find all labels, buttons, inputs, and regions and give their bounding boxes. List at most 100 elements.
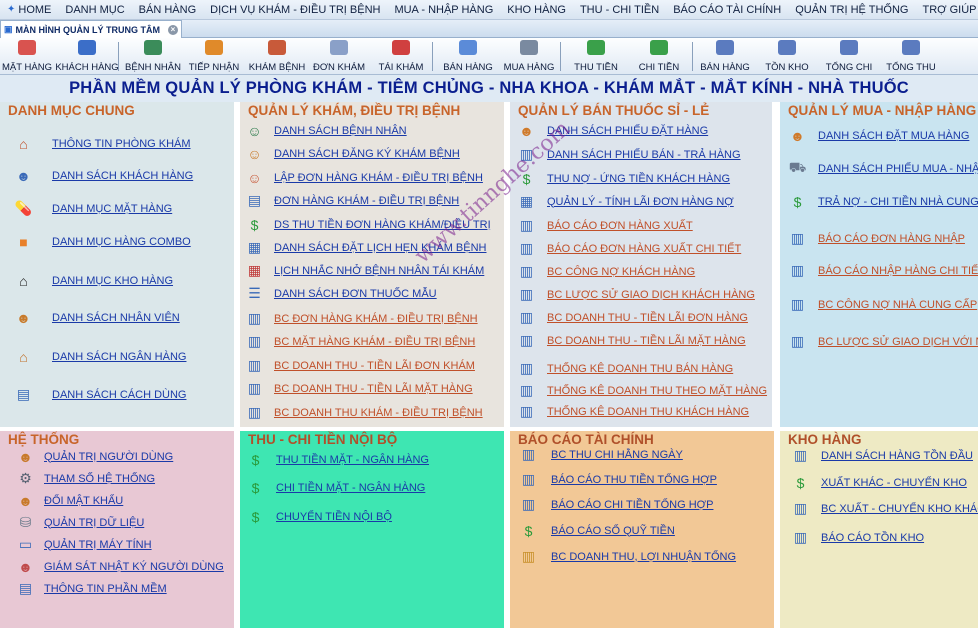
- report-icon: ▥: [519, 240, 534, 256]
- panel-item[interactable]: ⌂ DANH SÁCH NGÂN HÀNG: [14, 348, 186, 365]
- panel-item[interactable]: ▤ ĐƠN HÀNG KHÁM - ĐIỀU TRỊ BỆNH: [245, 192, 459, 209]
- panel-item[interactable]: $ TRẢ NỢ - CHI TIỀN NHÀ CUNG CẤP: [788, 193, 978, 210]
- panel-item[interactable]: ▥ BC THU CHI HẰNG NGÀY: [519, 446, 683, 463]
- panel-item-label: QUẢN TRỊ NGƯỜI DÙNG: [44, 450, 174, 463]
- panel-item[interactable]: $ THU NỢ - ỨNG TIỀN KHÁCH HÀNG: [517, 170, 730, 187]
- panel-title: THU - CHI TIỀN NỘI BỘ: [248, 432, 398, 447]
- panel-item-label: QUẢN TRỊ MÁY TÍNH: [44, 538, 152, 551]
- panel-item[interactable]: ▥ DANH SÁCH HÀNG TỒN ĐẦU: [791, 447, 973, 464]
- menu-item-4[interactable]: MUA - NHẬP HÀNG: [387, 4, 500, 16]
- panel-item[interactable]: ⚙ THAM SỐ HỆ THỐNG: [16, 470, 155, 487]
- toolbar-button-12[interactable]: TỒN KHO: [765, 40, 809, 73]
- panel-item[interactable]: ▥ BÁO CÁO ĐƠN HÀNG XUẤT: [517, 217, 693, 234]
- panel-item[interactable]: ▥ BC DOANH THU - TIỀN LÃI ĐƠN HÀNG: [517, 309, 748, 326]
- panel-item[interactable]: ▥ BÁO CÁO CHI TIỀN TỔNG HỢP: [519, 496, 714, 513]
- panel-item[interactable]: ▥ BÁO CÁO ĐƠN HÀNG NHẬP: [788, 230, 965, 247]
- panel-item[interactable]: $ CHI TIỀN MẶT - NGÂN HÀNG: [246, 479, 426, 496]
- panel-item[interactable]: ▥ BC DOANH THU - TIỀN LÃI ĐƠN KHÁM: [245, 357, 475, 374]
- menu-item-0[interactable]: ✦ HOME: [0, 4, 58, 16]
- panel-item[interactable]: ⌂ THÔNG TIN PHÒNG KHÁM: [14, 135, 190, 152]
- panel-item[interactable]: ▦ LỊCH NHẮC NHỞ BỆNH NHÂN TÁI KHÁM: [245, 262, 484, 279]
- menu-item-8[interactable]: QUẢN TRỊ HỆ THỐNG: [788, 4, 915, 16]
- menu-item-7[interactable]: BÁO CÁO TÀI CHÍNH: [666, 4, 788, 16]
- toolbar-button-2[interactable]: BỆNH NHÂN: [125, 40, 181, 73]
- menu-item-6[interactable]: THU - CHI TIỀN: [573, 4, 666, 16]
- panel-item[interactable]: ▥ BC MẶT HÀNG KHÁM - ĐIỀU TRỊ BỆNH: [245, 333, 475, 350]
- report-icon: ▥: [519, 360, 534, 376]
- panel-item[interactable]: ▥ BC CÔNG NỢ KHÁCH HÀNG: [517, 263, 695, 280]
- panel-item[interactable]: ▥ BC LƯỢC SỬ GIAO DỊCH KHÁCH HÀNG: [517, 286, 755, 303]
- toolbar-button-6[interactable]: TÁI KHÁM: [378, 40, 424, 73]
- panel-item[interactable]: ▥ BC DOANH THU, LỢI NHUẬN TỔNG: [519, 548, 736, 565]
- panel-item[interactable]: $ BÁO CÁO SỔ QUỸ TIỀN: [519, 522, 675, 539]
- panel-item[interactable]: $ DS THU TIỀN ĐƠN HÀNG KHÁM/ĐIỀU TRỊ: [245, 216, 491, 233]
- panel-item[interactable]: ▥ BÁO CÁO THU TIỀN TỔNG HỢP: [519, 471, 717, 488]
- toolbar-button-11[interactable]: BÁN HÀNG: [700, 40, 750, 73]
- toolbar-button-7[interactable]: BÁN HÀNG: [443, 40, 493, 73]
- panel-item[interactable]: ☻ DANH SÁCH KHÁCH HÀNG: [14, 167, 193, 184]
- panel-item[interactable]: ▦ QUẢN LÝ - TÍNH LÃI ĐƠN HÀNG NỢ: [517, 193, 734, 210]
- panel-item[interactable]: ☺ DANH SÁCH ĐĂNG KÝ KHÁM BỆNH: [245, 145, 459, 162]
- register-icon: ☺: [247, 145, 262, 162]
- menu-item-5[interactable]: KHO HÀNG: [500, 4, 573, 16]
- panel-item[interactable]: ☰ DANH SÁCH ĐƠN THUỐC MẪU: [245, 285, 436, 302]
- report-icon: ▥: [790, 230, 805, 246]
- panel-item[interactable]: ☺ DANH SÁCH BỆNH NHÂN: [245, 122, 406, 139]
- tab-main-screen[interactable]: ▣ MÀN HÌNH QUẢN LÝ TRUNG TÂM ×: [0, 20, 182, 38]
- panel-item[interactable]: ⛟ DANH SÁCH PHIẾU MUA - NHẬP HÀNG: [788, 159, 978, 177]
- panel-item[interactable]: ▥ BC DOANH THU KHÁM - ĐIỀU TRỊ BỆNH: [245, 404, 483, 421]
- toolbar-button-13[interactable]: TỔNG CHI: [826, 40, 872, 73]
- panel-item[interactable]: ▥ BÁO CÁO ĐƠN HÀNG XUẤT CHI TIẾT: [517, 240, 741, 257]
- toolbar-button-8[interactable]: MUA HÀNG: [504, 40, 554, 73]
- toolbar-button-0[interactable]: MẶT HÀNG: [2, 40, 52, 73]
- toolbar-button-5[interactable]: ĐƠN KHÁM: [313, 40, 365, 73]
- panel-item[interactable]: ■ DANH MỤC HÀNG COMBO: [14, 233, 190, 250]
- toolbar-button-9[interactable]: THU TIỀN: [573, 40, 619, 73]
- panel-item[interactable]: $ XUẤT KHÁC - CHUYỂN KHO: [791, 474, 967, 491]
- panel-item[interactable]: ▥ BC DOANH THU - TIỀN LÃI MẶT HÀNG: [245, 380, 473, 397]
- panel-item[interactable]: ▥ BC ĐƠN HÀNG KHÁM - ĐIỀU TRỊ BỆNH: [245, 310, 478, 327]
- toolbar-button-3[interactable]: TIẾP NHẬN: [189, 40, 239, 73]
- panel-item[interactable]: ☻ GIÁM SÁT NHẬT KÝ NGƯỜI DÙNG: [16, 558, 224, 575]
- panel-item[interactable]: ▥ BÁO CÁO NHẬP HÀNG CHI TIẾT: [788, 262, 978, 279]
- panel-item[interactable]: ▥ BÁO CÁO TỒN KHO: [791, 529, 924, 546]
- panel-item[interactable]: $ THU TIỀN MẶT - NGÂN HÀNG: [246, 451, 429, 468]
- panel-item[interactable]: ▥ DANH SÁCH PHIẾU BÁN - TRẢ HÀNG: [517, 146, 741, 163]
- panel-item[interactable]: ▤ THÔNG TIN PHẦN MỀM: [16, 580, 167, 597]
- panel-item[interactable]: ▥ BC DOANH THU - TIỀN LÃI MẶT HÀNG: [517, 332, 746, 349]
- toolbar-button-4[interactable]: KHÁM BỆNH: [249, 40, 305, 73]
- tab-label: MÀN HÌNH QUẢN LÝ TRUNG TÂM: [15, 24, 161, 35]
- panel-item[interactable]: ☻ QUẢN TRỊ NGƯỜI DÙNG: [16, 448, 173, 465]
- calendar-icon: ▦: [247, 262, 262, 278]
- menu-item-label: THU - CHI TIỀN: [579, 3, 660, 16]
- panel-item[interactable]: $ CHUYỂN TIỀN NỘI BỘ: [246, 508, 392, 525]
- panel-item-label: BC DOANH THU - TIỀN LÃI ĐƠN HÀNG: [547, 311, 748, 324]
- panel-item[interactable]: ⌂ DANH MỤC KHO HÀNG: [14, 272, 173, 289]
- panel-item[interactable]: ▥ BC CÔNG NỢ NHÀ CUNG CẤP: [788, 296, 977, 313]
- panel-item[interactable]: ▥ THỐNG KÊ DOANH THU THEO MẶT HÀNG: [517, 382, 767, 399]
- toolbar-button-1[interactable]: KHÁCH HÀNG: [55, 40, 119, 73]
- panel-item[interactable]: ▥ THỐNG KÊ DOANH THU KHÁCH HÀNG: [517, 403, 749, 420]
- document-icon: ▤: [247, 192, 262, 208]
- panel-item[interactable]: ☻ DANH SÁCH ĐẶT MUA HÀNG: [788, 127, 969, 144]
- panel-item[interactable]: 💊 DANH MỤC MẶT HÀNG: [14, 200, 172, 217]
- menu-item-3[interactable]: DỊCH VỤ KHÁM - ĐIỀU TRỊ BỆNH: [203, 4, 387, 16]
- menu-item-1[interactable]: DANH MỤC: [58, 4, 131, 16]
- panel-item[interactable]: ▥ THỐNG KÊ DOANH THU BÁN HÀNG: [517, 360, 733, 377]
- panel-item[interactable]: ☻ DANH SÁCH PHIẾU ĐẶT HÀNG: [517, 122, 708, 139]
- menu-item-2[interactable]: BÁN HÀNG: [132, 4, 203, 16]
- panel-item[interactable]: ▦ DANH SÁCH ĐẶT LỊCH HẸN KHÁM BỆNH: [245, 239, 487, 256]
- toolbar-button-14[interactable]: TỔNG THU: [886, 40, 936, 73]
- panel-item[interactable]: ☻ ĐỔI MẬT KHẨU: [16, 492, 123, 509]
- panel-item[interactable]: ▥ BC LƯỢC SỬ GIAO DỊCH VỚI NCC: [788, 333, 978, 350]
- panel-item[interactable]: ☻ DANH SÁCH NHÂN VIÊN: [14, 309, 180, 326]
- panel-item[interactable]: ☺ LẬP ĐƠN HÀNG KHÁM - ĐIỀU TRỊ BỆNH: [245, 169, 483, 186]
- panel-item[interactable]: ▥ BC XUẤT - CHUYỂN KHO KHÁC: [791, 500, 978, 517]
- panel-item-label: DANH SÁCH ĐẶT LỊCH HẸN KHÁM BỆNH: [274, 241, 487, 254]
- panel-item[interactable]: ▤ DANH SÁCH CÁCH DÙNG: [14, 386, 187, 403]
- toolbar-button-10[interactable]: CHI TIỀN: [636, 40, 682, 73]
- menu-item-9[interactable]: TRỢ GIÚP: [915, 4, 978, 16]
- panel-item[interactable]: ▭ QUẢN TRỊ MÁY TÍNH: [16, 536, 152, 553]
- close-icon[interactable]: ×: [168, 24, 178, 35]
- panel-item[interactable]: ⛁ QUẢN TRỊ DỮ LIỆU: [16, 514, 145, 531]
